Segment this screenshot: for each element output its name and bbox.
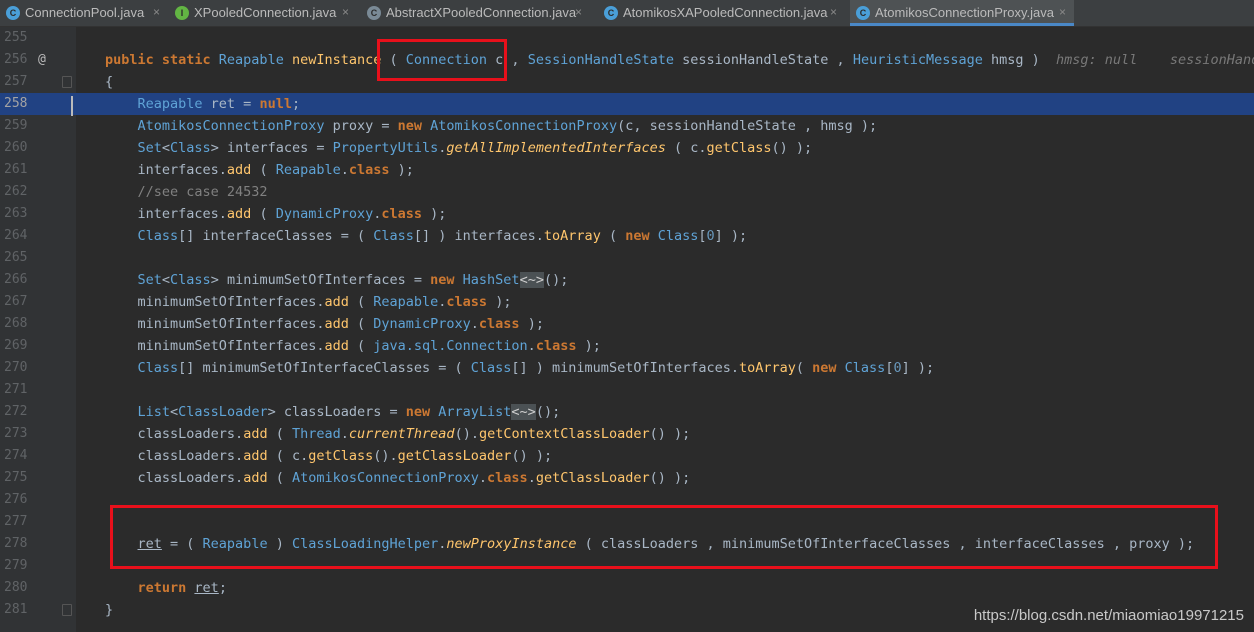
close-icon[interactable]: × [342,0,349,25]
code-line: 274 classLoaders.add ( c.getClass().getC… [4,448,553,464]
code-line: 255 [4,30,28,45]
code-line: 265 [4,250,28,265]
class-icon: C [6,6,20,20]
tab-atomikos-xa-pooled-connection[interactable]: C AtomikosXAPooledConnection.java × [604,0,842,26]
code-line-current: 258 Reapable ret = null; [0,93,1254,115]
watermark: https://blog.csdn.net/miaomiao19971215 [973,607,1244,624]
close-icon[interactable]: × [1059,0,1066,25]
highlight-box-connection-param [377,39,507,81]
override-icon[interactable]: @ [38,49,46,71]
tab-abstract-xpooled-connection[interactable]: C AbstractXPooledConnection.java × [367,0,592,26]
tab-label: AtomikosXAPooledConnection.java [623,5,828,20]
close-icon[interactable]: × [575,0,582,25]
close-icon[interactable]: × [830,0,837,25]
close-icon[interactable]: × [153,0,160,25]
tab-atomikos-connection-proxy[interactable]: C AtomikosConnectionProxy.java × [850,0,1074,26]
code-line: 262 //see case 24532 [4,184,268,200]
code-line: 263 interfaces.add ( DynamicProxy.class … [4,206,447,222]
code-line: 271 [4,382,28,397]
code-line: 267 minimumSetOfInterfaces.add ( Reapabl… [4,294,512,310]
tab-label: AbstractXPooledConnection.java [386,5,577,20]
class-icon: C [856,6,870,20]
code-line: 256 @ public static Reapable newInstance (… [0,49,1254,71]
code-line: 261 interfaces.add ( Reapable.class ); [4,162,414,178]
editor-tab-bar: C ConnectionPool.java × I XPooledConnect… [0,0,1254,27]
code-line: 275 classLoaders.add ( AtomikosConnectio… [4,470,691,486]
abstract-class-icon: C [367,6,381,20]
code-line: 272 List<ClassLoader> classLoaders = new… [4,404,561,420]
tab-xpooled-connection[interactable]: I XPooledConnection.java × [175,0,360,26]
code-line: 268 minimumSetOfInterfaces.add ( Dynamic… [4,316,544,332]
inlay-hint-session-handle: sessionHandle [1169,52,1254,68]
code-line: 266 Set<Class> minimumSetOfInterfaces = … [4,272,569,288]
tab-label: XPooledConnection.java [194,5,337,20]
code-line: 270 Class[] minimumSetOfInterfaceClasses… [4,360,935,376]
text-caret [71,96,73,116]
code-line: 264 Class[] interfaceClasses = ( Class[]… [4,228,748,244]
code-line: 269 minimumSetOfInterfaces.add ( java.sq… [4,338,601,354]
code-line: 280 return ret; [4,580,227,596]
code-line: 257{ [4,74,114,90]
tab-label: AtomikosConnectionProxy.java [875,5,1054,20]
interface-icon: I [175,6,189,20]
tab-label: ConnectionPool.java [25,5,145,20]
class-icon: C [604,6,618,20]
highlight-box-new-proxy-instance [110,505,1218,569]
tab-connection-pool[interactable]: C ConnectionPool.java × [6,0,166,26]
fold-icon[interactable] [62,76,72,88]
fold-icon[interactable] [62,604,72,616]
code-line: 259 AtomikosConnectionProxy proxy = new … [4,118,878,134]
code-line: 273 classLoaders.add ( Thread.currentThr… [4,426,691,442]
code-line: 260 Set<Class> interfaces = PropertyUtil… [4,140,813,156]
inlay-hint-hmsg: hmsg: null [1056,52,1138,68]
